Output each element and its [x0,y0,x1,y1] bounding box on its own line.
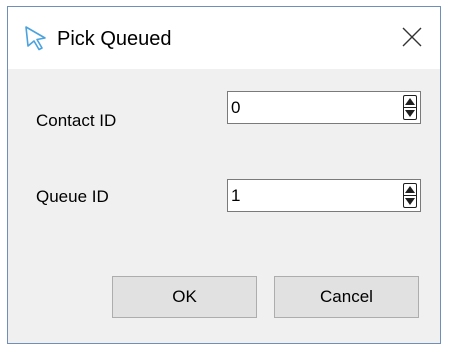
dialog-title: Pick Queued [57,28,172,50]
close-button[interactable] [384,7,440,69]
triangle-down-icon [405,110,415,117]
contact-id-stepper [227,91,421,124]
cursor-arrow-icon [23,25,49,51]
contact-id-label: Contact ID [36,111,117,130]
queue-id-stepper [227,179,421,212]
title-bar[interactable]: Pick Queued [8,7,440,69]
queue-id-increment-button[interactable] [404,184,416,195]
queue-id-label: Queue ID [36,187,109,206]
contact-id-spin-buttons [403,95,417,120]
close-icon [402,27,422,47]
triangle-down-icon [405,198,415,205]
pick-queued-dialog: Pick Queued Contact ID Queue ID [7,6,441,344]
ok-button[interactable]: OK [112,276,257,318]
contact-id-decrement-button[interactable] [404,108,416,119]
queue-id-input[interactable] [228,180,396,211]
contact-id-increment-button[interactable] [404,96,416,107]
triangle-up-icon [405,98,415,105]
contact-id-input[interactable] [228,92,396,123]
queue-id-decrement-button[interactable] [404,196,416,207]
triangle-up-icon [405,186,415,193]
cancel-button[interactable]: Cancel [274,276,419,318]
queue-id-spin-buttons [403,183,417,208]
